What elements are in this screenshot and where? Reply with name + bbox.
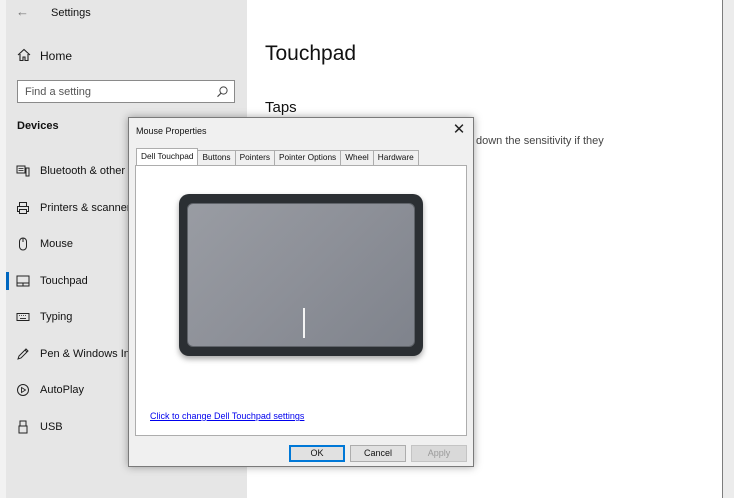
window-border <box>722 0 734 498</box>
tab-panel: Click to change Dell Touchpad settings <box>135 165 467 436</box>
search-icon[interactable] <box>216 85 229 98</box>
tab-pointer-options[interactable]: Pointer Options <box>274 150 342 165</box>
search-input[interactable] <box>18 81 208 102</box>
touchpad-illustration <box>179 194 423 356</box>
taps-description: down the sensitivity if they <box>476 135 604 147</box>
mouse-icon <box>19 237 27 251</box>
close-icon[interactable]: ✕ <box>449 121 469 139</box>
back-arrow-icon[interactable]: ← <box>16 5 29 19</box>
change-touchpad-settings-link[interactable]: Click to change Dell Touchpad settings <box>150 411 304 421</box>
app-title: Settings <box>51 7 91 19</box>
sidebar-item-label: Pen & Windows Ink <box>40 348 136 360</box>
tabstrip: Dell Touchpad Buttons Pointers Pointer O… <box>136 148 419 165</box>
tab-hardware[interactable]: Hardware <box>372 150 419 165</box>
apply-button[interactable]: Apply <box>411 445 467 462</box>
sidebar-item-label: Mouse <box>40 238 74 250</box>
scroll-zone-indicator <box>303 308 305 338</box>
home-label: Home <box>40 49 73 63</box>
keyboard-icon <box>16 313 30 321</box>
tab-dell-touchpad[interactable]: Dell Touchpad <box>136 148 199 165</box>
touchpad-surface <box>187 203 415 347</box>
tab-wheel[interactable]: Wheel <box>340 150 374 165</box>
search-box[interactable] <box>17 80 235 103</box>
pen-icon <box>17 348 29 360</box>
sidebar-item-label: USB <box>40 421 63 433</box>
dialog-title: Mouse Properties <box>136 126 207 136</box>
touchpad-icon <box>16 275 30 287</box>
home-icon <box>17 48 31 62</box>
ok-button[interactable]: OK <box>289 445 345 462</box>
section-heading-taps: Taps <box>265 99 297 116</box>
autoplay-icon <box>17 384 29 396</box>
sidebar-item-label: Touchpad <box>40 275 88 287</box>
sidebar-item-label: AutoPlay <box>40 384 85 396</box>
bluetooth-devices-icon <box>16 165 30 177</box>
cancel-button[interactable]: Cancel <box>350 445 406 462</box>
home-nav-item[interactable]: Home <box>6 44 247 68</box>
settings-titlebar: ← Settings <box>6 0 247 28</box>
tab-pointers[interactable]: Pointers <box>234 150 276 165</box>
section-title-devices: Devices <box>17 120 59 132</box>
printer-icon <box>17 202 29 214</box>
tab-buttons[interactable]: Buttons <box>197 150 236 165</box>
mouse-properties-dialog: Mouse Properties ✕ Dell Touchpad Buttons… <box>128 117 474 467</box>
sidebar-item-label: Typing <box>40 311 73 323</box>
usb-icon <box>18 420 28 434</box>
sidebar-item-label: Printers & scanners <box>40 202 136 214</box>
page-title: Touchpad <box>265 42 357 65</box>
